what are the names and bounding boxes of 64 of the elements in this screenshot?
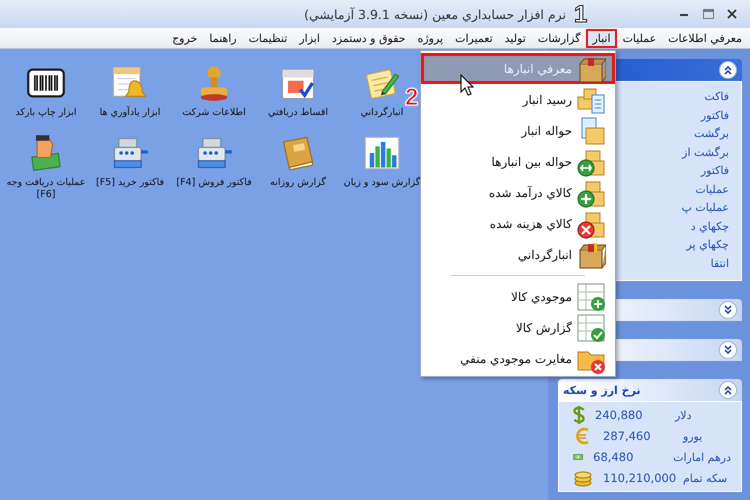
task-link[interactable]: برگشت از xyxy=(682,144,729,162)
shortcut-label[interactable]: ابزار يادآوري ها xyxy=(100,107,160,119)
menu-item[interactable]: معرفي اطلاعات xyxy=(662,28,748,48)
menu-entry[interactable]: حواله بين انبارها xyxy=(421,146,615,177)
menu-item[interactable]: راهنما xyxy=(203,28,243,48)
chevron-icon[interactable] xyxy=(719,381,737,399)
rate-name: يورو xyxy=(683,430,702,442)
menu-entry[interactable]: گزارش کالا xyxy=(421,312,615,343)
menu-item[interactable]: تعميرات xyxy=(449,28,499,48)
task-link[interactable]: چکهاي د xyxy=(690,218,729,236)
menu-item[interactable]: توليد xyxy=(498,28,532,48)
menu-item[interactable]: عمليات xyxy=(616,28,662,48)
menu-item[interactable]: پروژه xyxy=(412,28,450,48)
shortcut-label[interactable]: فاکتور خريد [F5] xyxy=(96,177,164,189)
rate-name: درهم امارات xyxy=(673,450,731,464)
task-link[interactable]: چکهاي پر xyxy=(686,236,729,254)
rate-value: 110,210,000 xyxy=(603,471,677,485)
step-number: 2 xyxy=(405,84,418,112)
menu-entry[interactable]: رسيد انبار xyxy=(421,84,615,115)
task-link[interactable]: عمليات xyxy=(695,180,729,199)
menu-item[interactable]: تنظيمات xyxy=(242,28,294,48)
menu-item[interactable]: انبار xyxy=(586,28,617,48)
rate-value: 240,880 xyxy=(595,408,644,422)
task-link[interactable]: برگشت xyxy=(694,125,729,144)
rate-value: 68,480 xyxy=(593,450,634,464)
mouse-pointer-icon xyxy=(460,74,474,96)
chevron-icon[interactable] xyxy=(719,61,737,79)
shortcut-label[interactable]: انبارگرداني xyxy=(360,107,404,119)
menu-entry[interactable]: انبارگرداني xyxy=(421,239,615,270)
shortcut-label[interactable]: فاکتور فروش [F4] xyxy=(176,177,252,189)
task-link[interactable]: فاکتور xyxy=(700,106,729,125)
dollar-icon xyxy=(573,405,585,425)
table-check-icon xyxy=(576,312,606,342)
rate-name: دلار xyxy=(675,408,692,422)
section-header[interactable]: نرخ ارز و سکه xyxy=(558,379,742,401)
rate-value: 287,460 xyxy=(603,429,652,443)
table-plus-icon xyxy=(576,282,606,312)
chevron-icon[interactable] xyxy=(719,341,737,359)
rate-name: سکه تمام xyxy=(683,472,728,484)
shortcut-label[interactable]: ابزار چاپ بارکد xyxy=(15,107,77,119)
menu-entry[interactable]: حواله انبار xyxy=(421,115,615,146)
menu-item[interactable]: حقوق و دستمزد xyxy=(326,28,412,48)
shortcut-label[interactable]: گزارش سود و زيان xyxy=(344,177,420,189)
task-link[interactable]: فاکتور xyxy=(700,162,729,180)
menu-entry[interactable]: موجودي کالا xyxy=(421,281,615,312)
menu-entry[interactable]: کالاي هزينه شده xyxy=(421,208,615,239)
chevron-icon[interactable] xyxy=(719,301,737,319)
menu-item[interactable]: خروج xyxy=(166,28,204,48)
close-icon xyxy=(727,9,737,19)
menu-entry[interactable]: مغايرت موجودي منفي xyxy=(421,343,615,374)
menu-item[interactable]: ابزار xyxy=(293,28,326,48)
menu-item[interactable]: گزارشات xyxy=(532,28,586,48)
task-link[interactable]: فاکت xyxy=(704,88,729,106)
shortcut-label[interactable]: اقساط دريافتي xyxy=(268,107,328,119)
task-link[interactable]: عمليات پ xyxy=(682,199,729,218)
shortcut-label[interactable]: عمليات دريافت وجه [F6] xyxy=(4,177,88,201)
shortcut-label[interactable]: گزارش روزانه xyxy=(270,177,326,189)
task-link[interactable]: انتقا xyxy=(710,254,729,273)
maximize-icon xyxy=(702,9,714,19)
menu-entry[interactable]: کالاي درآمد شده xyxy=(421,177,615,208)
step-number: 1 xyxy=(574,1,588,29)
section-title: نرخ ارز و سکه xyxy=(563,384,641,396)
shortcut-label[interactable]: اطلاعات شرکت xyxy=(182,107,246,119)
window-title: نرم افزار حسابداري معين (نسخه 3.9.1 آزمايشي) xyxy=(304,6,566,22)
